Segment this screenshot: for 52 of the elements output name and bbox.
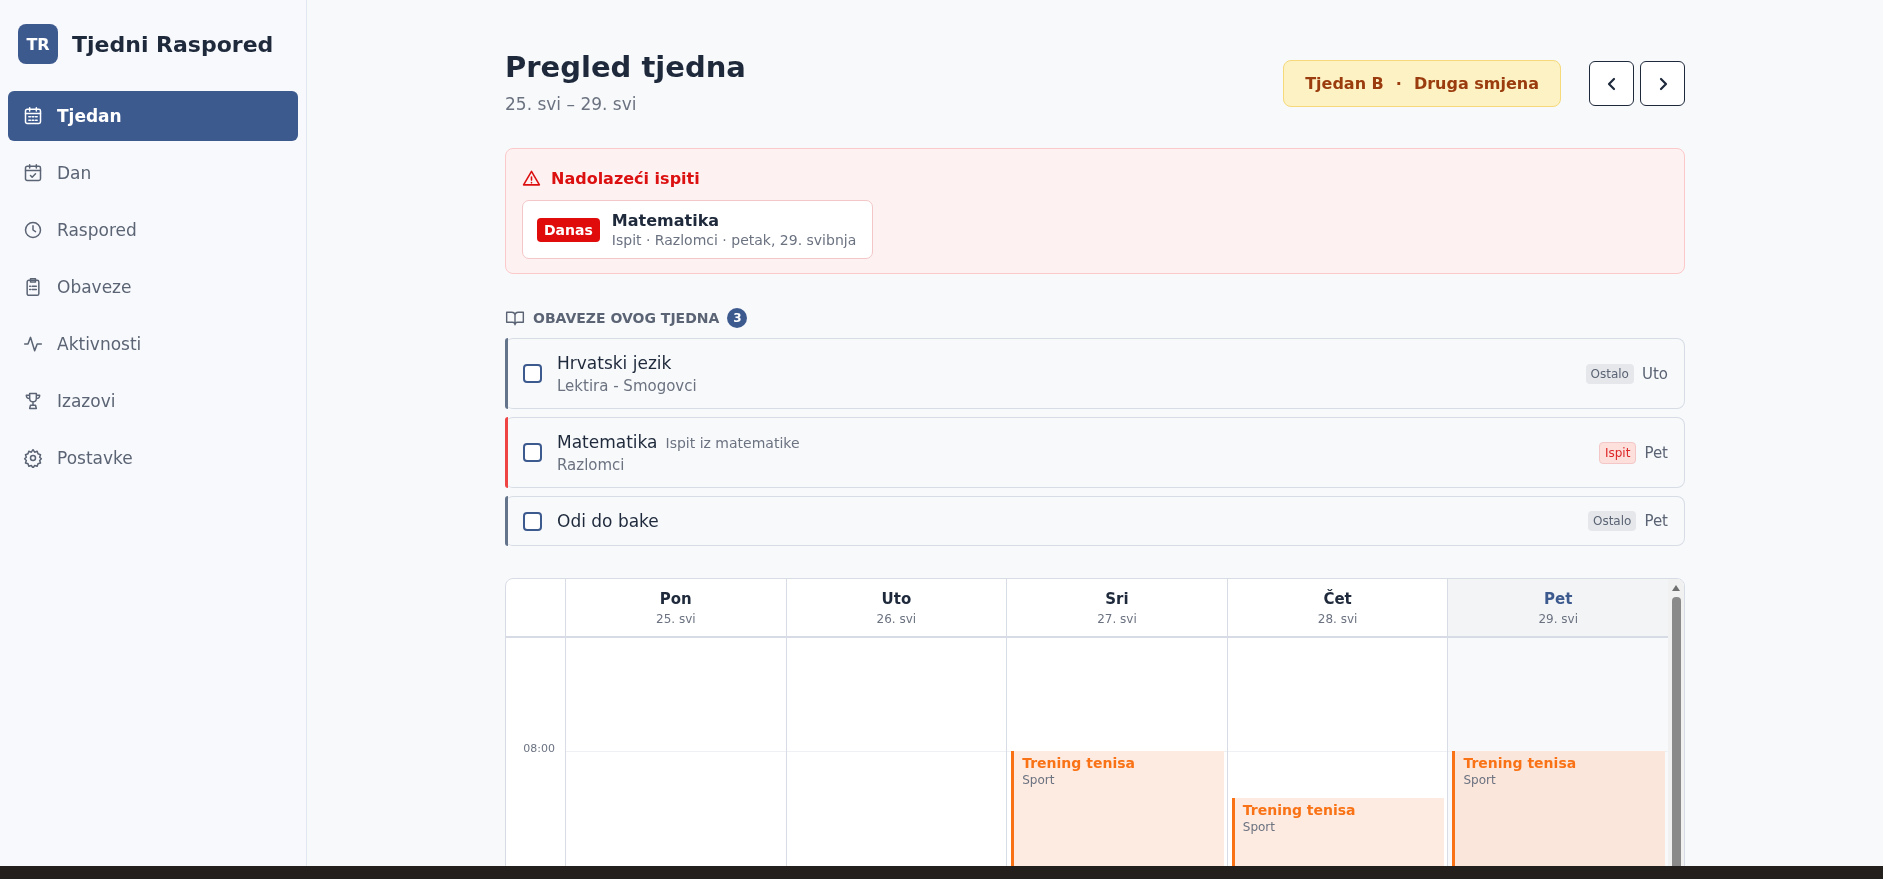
app-title: Tjedni Raspored xyxy=(72,31,274,57)
clipboard-icon xyxy=(23,277,43,297)
calendar-check-icon xyxy=(23,163,43,183)
previous-week-button[interactable] xyxy=(1589,61,1634,106)
time-label: 08:00 xyxy=(523,742,555,755)
nav-item[interactable]: Aktivnosti xyxy=(8,319,298,369)
category-tag: Ostalo xyxy=(1587,511,1637,531)
nav-item[interactable]: Raspored xyxy=(8,205,298,255)
task-day: Uto xyxy=(1641,364,1668,383)
week-badge: Tjedan B · Druga smjena xyxy=(1283,60,1561,107)
count-badge: 3 xyxy=(727,308,748,328)
today-badge: Danas xyxy=(537,217,600,242)
scrollbar[interactable] xyxy=(1668,579,1684,866)
task-subtitle: Lektira - Smogovci xyxy=(557,376,698,395)
checkbox[interactable] xyxy=(523,511,542,531)
nav-item[interactable]: Tjedan xyxy=(8,91,298,141)
task-note: Ispit iz matematike xyxy=(665,434,800,451)
exam-details: Ispit · Razlomci · petak, 29. svibnja xyxy=(611,232,857,248)
trophy-icon xyxy=(23,391,43,411)
day-header: Pet 29. svi xyxy=(1447,579,1668,638)
checkbox[interactable] xyxy=(523,443,542,462)
scroll-up-icon xyxy=(1671,583,1681,593)
event-block[interactable]: Trening tenisa Sport xyxy=(1011,751,1224,866)
nav-item[interactable]: Obaveze xyxy=(8,262,298,312)
nav-item[interactable]: Dan xyxy=(8,148,298,198)
next-week-button[interactable] xyxy=(1640,61,1685,106)
category-tag: Ostalo xyxy=(1585,363,1634,384)
nav-item[interactable]: Izazovi xyxy=(8,376,298,426)
task-subtitle: Razlomci xyxy=(557,455,626,474)
task-title: Matematika xyxy=(557,431,658,452)
clock-icon xyxy=(23,220,43,240)
page-title: Pregled tjedna xyxy=(505,50,746,84)
book-icon xyxy=(505,308,525,328)
event-block[interactable]: Trening tenisa Sport xyxy=(1231,798,1445,866)
checkbox[interactable] xyxy=(523,364,542,383)
calendar-icon xyxy=(23,106,43,126)
task-title: Hrvatski jezik xyxy=(557,352,672,373)
warning-icon xyxy=(522,169,541,188)
activity-icon xyxy=(23,334,43,354)
exam-subject: Matematika xyxy=(611,211,721,230)
date-range: 25. svi – 29. svi xyxy=(505,94,638,114)
task-title: Odi do bake xyxy=(557,511,659,531)
section-heading: OBAVEZE OVOG TJEDNA xyxy=(533,310,720,326)
task-day: Pet xyxy=(1644,512,1668,530)
event-block[interactable]: Trening tenisa Sport xyxy=(1452,751,1665,866)
task-day: Pet xyxy=(1644,443,1668,462)
exam-card[interactable]: Danas Matematika Ispit · Razlomci · petak, 29. svibnja xyxy=(522,200,874,259)
logo-badge: TR xyxy=(18,24,58,64)
category-tag: Ispit xyxy=(1598,441,1637,464)
alert-title: Nadolazeći ispiti xyxy=(551,169,700,188)
nav-item[interactable]: Postavke xyxy=(8,433,298,483)
settings-icon xyxy=(23,448,43,468)
